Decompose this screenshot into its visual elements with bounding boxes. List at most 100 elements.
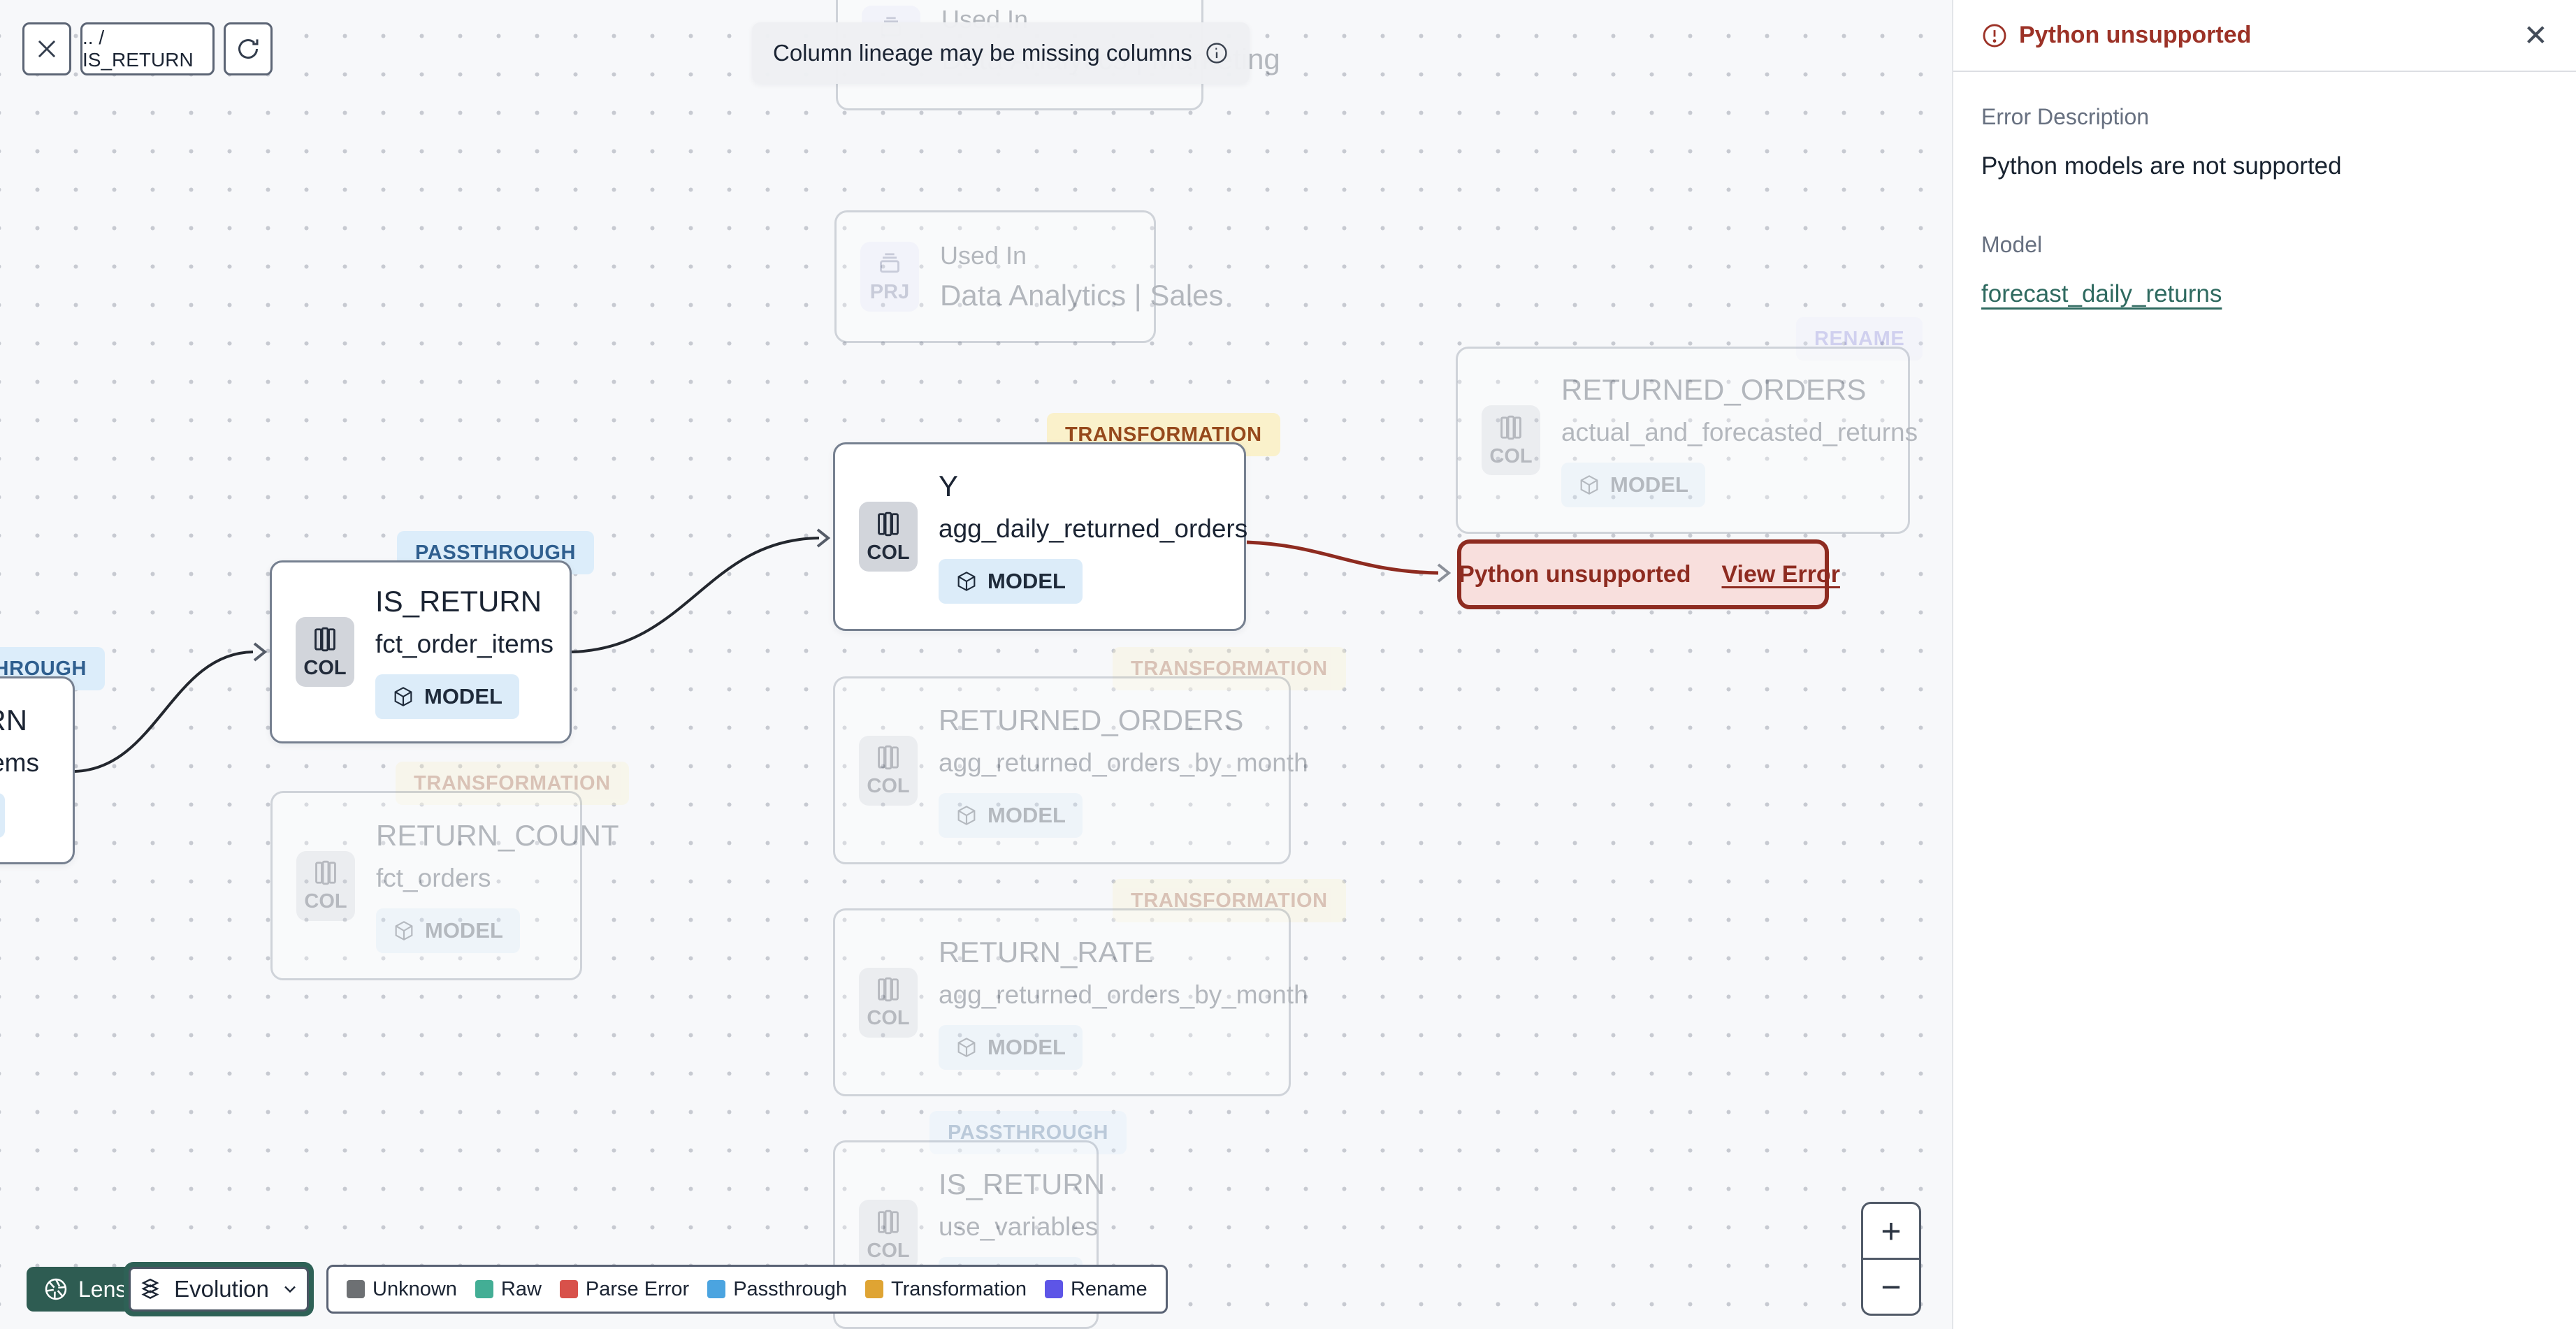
lens-select-dropdown[interactable]: Evolution bbox=[129, 1267, 309, 1312]
column-icon: COL bbox=[859, 1200, 918, 1270]
node-y-agg-daily-returned-orders[interactable]: COL Y agg_daily_returned_orders MODEL bbox=[833, 442, 1247, 631]
node-title: RETURNED_ORDERS bbox=[939, 703, 1244, 736]
legend-item-rename: Rename bbox=[1044, 1277, 1148, 1301]
legend-item-raw: Raw bbox=[475, 1278, 542, 1301]
breadcrumb[interactable]: .. / IS_RETURN bbox=[80, 22, 215, 75]
node-text: RETURNED_ORDERS actual_and_forecasted_re… bbox=[1561, 373, 1918, 507]
zoom-in-button[interactable]: + bbox=[1863, 1204, 1919, 1258]
error-description-label: Error Description bbox=[1981, 104, 2150, 129]
node-subtitle: agg_daily_returned_orders bbox=[939, 514, 1248, 543]
legend-swatch bbox=[559, 1280, 578, 1298]
view-error-link[interactable]: View Error bbox=[1721, 561, 1839, 588]
columns-icon bbox=[878, 745, 899, 770]
zoom-out-button[interactable]: − bbox=[1863, 1258, 1919, 1314]
lens-select-focus-ring: Evolution bbox=[124, 1262, 314, 1316]
col-chip-label: COL bbox=[303, 656, 347, 679]
arrowhead-error bbox=[1437, 563, 1452, 583]
node-title: RETURNED_ORDERS bbox=[1561, 373, 1867, 406]
chevron-down-icon bbox=[284, 1286, 296, 1293]
model-chip-label: MODEL bbox=[424, 684, 502, 709]
node-title: IS_RETURN bbox=[0, 703, 28, 736]
node-python-unsupported-error[interactable]: Python unsupported View Error bbox=[1457, 539, 1840, 609]
column-icon: COL bbox=[296, 617, 354, 687]
layers-icon bbox=[141, 1278, 159, 1299]
node-subtitle: agg_returned_orders_by_month bbox=[939, 748, 1308, 777]
arrowhead-y bbox=[816, 528, 831, 548]
column-icon: COL bbox=[859, 502, 918, 572]
panel-close-icon[interactable]: ✕ bbox=[2524, 18, 2548, 52]
node-text: RETURNED_ORDERS agg_returned_orders_by_m… bbox=[939, 704, 1308, 838]
cube-icon bbox=[957, 1037, 976, 1057]
model-link[interactable]: forecast_daily_returns bbox=[1981, 280, 2222, 308]
model-chip-label: MODEL bbox=[1610, 472, 1688, 497]
model-chip: MODEL bbox=[939, 1024, 1083, 1070]
node-returned-orders-by-month[interactable]: COL RETURNED_ORDERS agg_returned_orders_… bbox=[833, 676, 1308, 864]
lineage-warning-banner: Column lineage may be missing columns bbox=[752, 22, 1250, 84]
legend-swatch bbox=[707, 1280, 726, 1298]
legend-label: Raw bbox=[500, 1277, 542, 1300]
cube-icon bbox=[1580, 475, 1598, 495]
info-icon[interactable] bbox=[1205, 41, 1229, 65]
legend-item-unknown: Unknown bbox=[347, 1278, 457, 1301]
lens-value: Evolution bbox=[174, 1276, 269, 1302]
col-chip-label: COL bbox=[867, 1007, 910, 1029]
node-text: RETURN_COUNT fct_orders MODEL bbox=[376, 819, 619, 953]
panel-title: Python unsupported bbox=[2019, 22, 2252, 48]
node-return-rate[interactable]: COL RETURN_RATE agg_returned_orders_by_m… bbox=[833, 908, 1308, 1096]
node-used-in-sales[interactable]: PRJ Used In Data Analytics | Sales bbox=[834, 210, 1223, 343]
model-chip-label: MODEL bbox=[987, 1034, 1066, 1059]
node-subtitle: fct_order_items bbox=[375, 630, 553, 658]
node-return-count[interactable]: COL RETURN_COUNT fct_orders MODEL bbox=[270, 791, 619, 980]
node-text: Y agg_daily_returned_orders MODEL bbox=[939, 470, 1247, 604]
node-title: IS_RETURN bbox=[939, 1168, 1106, 1200]
node-title: RETURN_RATE bbox=[939, 935, 1154, 968]
node-text: IS_RETURN fct_order_items MODEL bbox=[375, 585, 553, 719]
prj-stack-icon bbox=[880, 252, 899, 273]
col-chip-label: COL bbox=[867, 775, 910, 797]
project-icon: PRJ bbox=[860, 242, 919, 312]
model-chip-label: MODEL bbox=[425, 917, 503, 943]
model-chip: MODEL bbox=[1561, 463, 1705, 507]
cube-icon bbox=[395, 920, 413, 941]
legend-item-parse-error: Parse Error bbox=[559, 1278, 689, 1301]
node-subtitle: actual_and_forecasted_returns bbox=[1561, 418, 1918, 446]
model-label: Model bbox=[1981, 232, 2043, 257]
prj-chip-label: PRJ bbox=[869, 280, 910, 303]
legend-label: Rename bbox=[1070, 1277, 1148, 1300]
legend-label: Transformation bbox=[891, 1277, 1027, 1300]
error-detail-panel: Python unsupported ✕ Error Description P… bbox=[1952, 0, 2576, 1329]
legend-swatch bbox=[347, 1280, 365, 1298]
zoom-controls: + − bbox=[1861, 1202, 1921, 1316]
node-is-return-upstream-partial[interactable]: COL IS_RETURN fct_order_items MODEL bbox=[0, 676, 75, 864]
legend-swatch bbox=[475, 1280, 493, 1298]
node-subtitle: fct_order_items bbox=[0, 748, 39, 777]
node-title: IS_RETURN bbox=[375, 585, 542, 618]
node-subtitle: fct_orders bbox=[376, 863, 491, 892]
model-chip: MODEL bbox=[0, 792, 5, 838]
node-text: IS_RETURN fct_order_items MODEL bbox=[0, 704, 39, 838]
refresh-button[interactable] bbox=[224, 22, 273, 75]
columns-icon bbox=[314, 627, 335, 651]
model-chip: MODEL bbox=[939, 792, 1083, 838]
col-chip-label: COL bbox=[867, 541, 910, 564]
panel-body: Error Description Python models are not … bbox=[1953, 72, 2576, 340]
model-chip: MODEL bbox=[375, 674, 519, 719]
panel-header: Python unsupported ✕ bbox=[1953, 0, 2576, 72]
node-title: RETURN_COUNT bbox=[376, 818, 619, 852]
node-is-return-fct-order-items[interactable]: COL IS_RETURN fct_order_items MODEL bbox=[270, 560, 572, 743]
col-chip-label: COL bbox=[1489, 444, 1533, 467]
node-text: Used In Data Analytics | Sales bbox=[940, 241, 1223, 312]
close-lineage-button[interactable] bbox=[22, 22, 71, 75]
model-chip-label: MODEL bbox=[987, 569, 1066, 593]
column-icon: COL bbox=[859, 967, 918, 1038]
node-title: Y bbox=[939, 470, 959, 502]
node-returned-orders-forecast[interactable]: COL RETURNED_ORDERS actual_and_forecaste… bbox=[1456, 347, 1918, 534]
legend: Unknown Raw Parse Error Passthrough Transfor… bbox=[326, 1265, 1168, 1314]
legend-label: Passthrough bbox=[733, 1277, 848, 1300]
columns-icon bbox=[878, 977, 899, 1002]
banner-text: Column lineage may be missing columns bbox=[773, 40, 1192, 66]
column-icon: COL bbox=[296, 850, 355, 921]
node-subtitle: Data Analytics | Sales bbox=[940, 279, 1224, 312]
error-description-text: Python models are not supported bbox=[1981, 152, 2342, 180]
legend-swatch bbox=[1044, 1280, 1063, 1298]
